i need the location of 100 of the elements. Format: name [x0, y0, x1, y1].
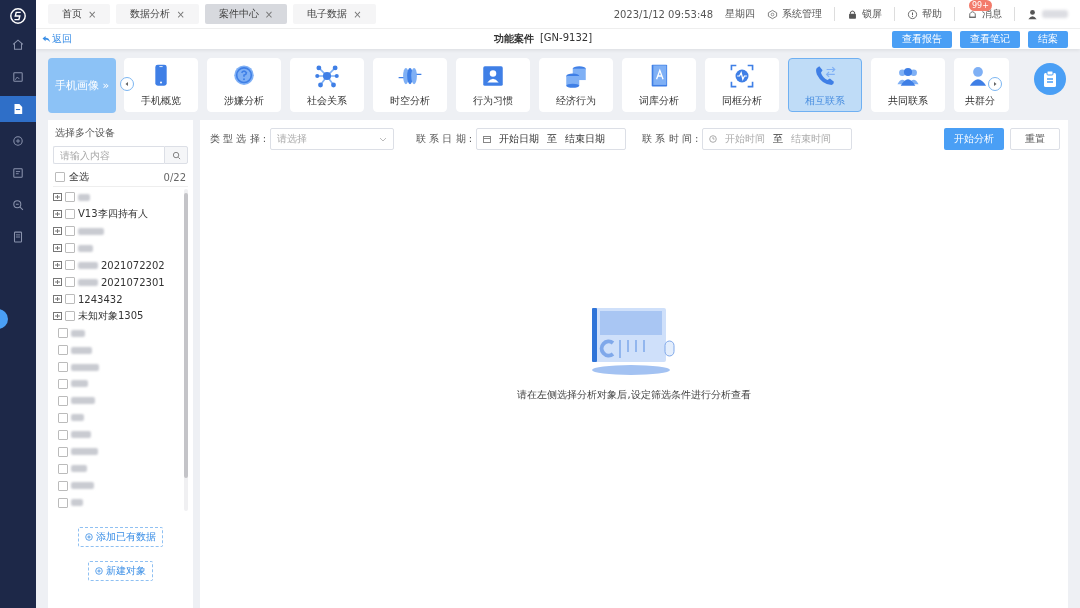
checkbox[interactable] — [58, 328, 68, 339]
function-card[interactable]: 经济行为 — [539, 58, 613, 112]
reset-button[interactable]: 重置 — [1010, 128, 1060, 150]
checkbox[interactable] — [65, 226, 75, 237]
expand-icon[interactable] — [53, 227, 62, 236]
plus-circle-icon — [85, 533, 93, 541]
expand-icon[interactable] — [53, 244, 62, 253]
checkbox[interactable] — [65, 209, 75, 220]
back-arrow-icon — [42, 35, 51, 43]
nav-item[interactable] — [0, 96, 36, 122]
search-icon — [171, 150, 181, 160]
bell-icon — [967, 8, 978, 20]
function-card[interactable]: 手机概览 — [124, 58, 198, 112]
selected-count: 0/22 — [163, 171, 186, 183]
checkbox[interactable] — [58, 362, 68, 372]
expand-icon[interactable] — [53, 278, 62, 287]
checkbox[interactable] — [58, 497, 68, 508]
checkbox[interactable] — [65, 192, 75, 203]
checkbox[interactable] — [65, 277, 75, 288]
time-range-field[interactable]: 开始时间 至 结束时间 — [702, 128, 853, 150]
search-button[interactable] — [164, 146, 188, 164]
back-link[interactable]: 返回 — [42, 32, 72, 46]
device-name[interactable]: 1243432 — [78, 293, 123, 305]
function-card[interactable]: 涉嫌分析 — [207, 58, 281, 112]
zoom-icon — [11, 198, 25, 212]
header-link[interactable]: 帮助 — [922, 7, 942, 21]
tab[interactable]: 电子数据 × — [293, 4, 376, 24]
function-card[interactable]: 社会关系 — [290, 58, 364, 112]
help-icon — [907, 8, 918, 20]
checkbox[interactable] — [58, 429, 68, 440]
expand-icon[interactable] — [53, 193, 62, 202]
checkbox[interactable] — [65, 243, 75, 254]
blurred-name — [1042, 10, 1068, 18]
datetime: 2023/1/12 09:53:48 — [613, 8, 713, 20]
function-card[interactable]: 行为习惯 — [456, 58, 530, 112]
filter-label: 类 型 选 择 : — [210, 132, 267, 146]
checkbox[interactable] — [58, 345, 68, 356]
panel-title: 选择多个设备 — [55, 126, 116, 140]
user-icon[interactable] — [1027, 8, 1038, 20]
clock-icon — [709, 135, 718, 143]
function-card[interactable]: 时空分析 — [373, 58, 447, 112]
device-name[interactable]: V13李四持有人 — [78, 207, 148, 222]
pulse-frame-icon — [729, 62, 755, 89]
date-range-field[interactable]: 开始日期 至 结束日期 — [476, 128, 627, 150]
hexagon-icon — [767, 8, 778, 20]
case-code: [GN-9132] — [539, 32, 593, 45]
checkbox[interactable] — [65, 260, 75, 271]
checkbox[interactable] — [55, 172, 65, 182]
tab[interactable]: 首页 × — [48, 4, 111, 24]
function-card[interactable]: 词库分析 — [622, 58, 696, 112]
function-card[interactable]: 共群分 — [954, 58, 1009, 112]
checkbox[interactable] — [58, 446, 68, 457]
filter-label: 联 系 时 间 : — [642, 132, 699, 146]
header-link[interactable]: 锁屏 — [862, 7, 882, 21]
page-title: 功能案件 — [493, 32, 534, 46]
plus-circle-icon — [11, 134, 25, 148]
add-button[interactable]: 添加已有数据 — [78, 527, 163, 547]
close-icon[interactable]: × — [88, 8, 97, 20]
device-name[interactable]: 未知对象1305 — [78, 309, 144, 324]
function-card[interactable]: 同框分析 — [705, 58, 779, 112]
image-icon — [11, 70, 25, 84]
calendar-icon — [483, 135, 492, 143]
select-all-label[interactable]: 全选 — [69, 170, 89, 184]
tab[interactable]: 案件中心 × — [204, 4, 288, 24]
close-icon[interactable]: × — [353, 8, 362, 20]
triangle-left-icon — [124, 81, 130, 87]
weekday: 星期四 — [725, 7, 755, 21]
expand-icon[interactable] — [53, 295, 62, 304]
scroll-left-button[interactable] — [120, 77, 134, 91]
empty-message: 请在左侧选择分析对象后,设定筛选条件进行分析查看 — [517, 388, 751, 402]
device-name[interactable]: 2021072202 — [101, 259, 165, 271]
function-card[interactable]: 共同联系 — [871, 58, 945, 112]
home-icon — [11, 38, 25, 52]
clipboard-icon — [1042, 70, 1058, 88]
close-icon[interactable]: × — [176, 8, 185, 20]
checkbox[interactable] — [58, 480, 68, 491]
checkbox[interactable] — [58, 378, 68, 389]
expand-icon[interactable] — [53, 312, 62, 321]
clipboard-button[interactable] — [1034, 63, 1066, 95]
plus-circle-icon — [95, 567, 103, 575]
logo-icon — [9, 7, 27, 25]
checkbox[interactable] — [65, 311, 75, 322]
checkbox[interactable] — [58, 412, 68, 423]
card-icon — [11, 166, 25, 180]
filter-label: 联 系 日 期 : — [416, 132, 473, 146]
notepad-icon — [11, 230, 25, 244]
checkbox[interactable] — [58, 463, 68, 474]
search-field[interactable]: 请输入内容 — [53, 146, 164, 164]
triangle-right-icon — [992, 81, 998, 87]
tab[interactable]: 数据分析 × — [116, 4, 199, 24]
checkbox[interactable] — [65, 294, 75, 305]
chevron-down-icon — [379, 136, 388, 142]
scrollbar-thumb[interactable] — [184, 193, 188, 478]
checkbox[interactable] — [58, 395, 68, 406]
expand-icon[interactable] — [53, 261, 62, 270]
device-name[interactable]: 2021072301 — [101, 276, 165, 288]
expand-icon[interactable] — [53, 210, 62, 219]
header-link[interactable]: 系统管理 — [782, 7, 822, 21]
lock-icon — [847, 8, 858, 20]
add-button[interactable]: 新建对象 — [88, 561, 153, 581]
